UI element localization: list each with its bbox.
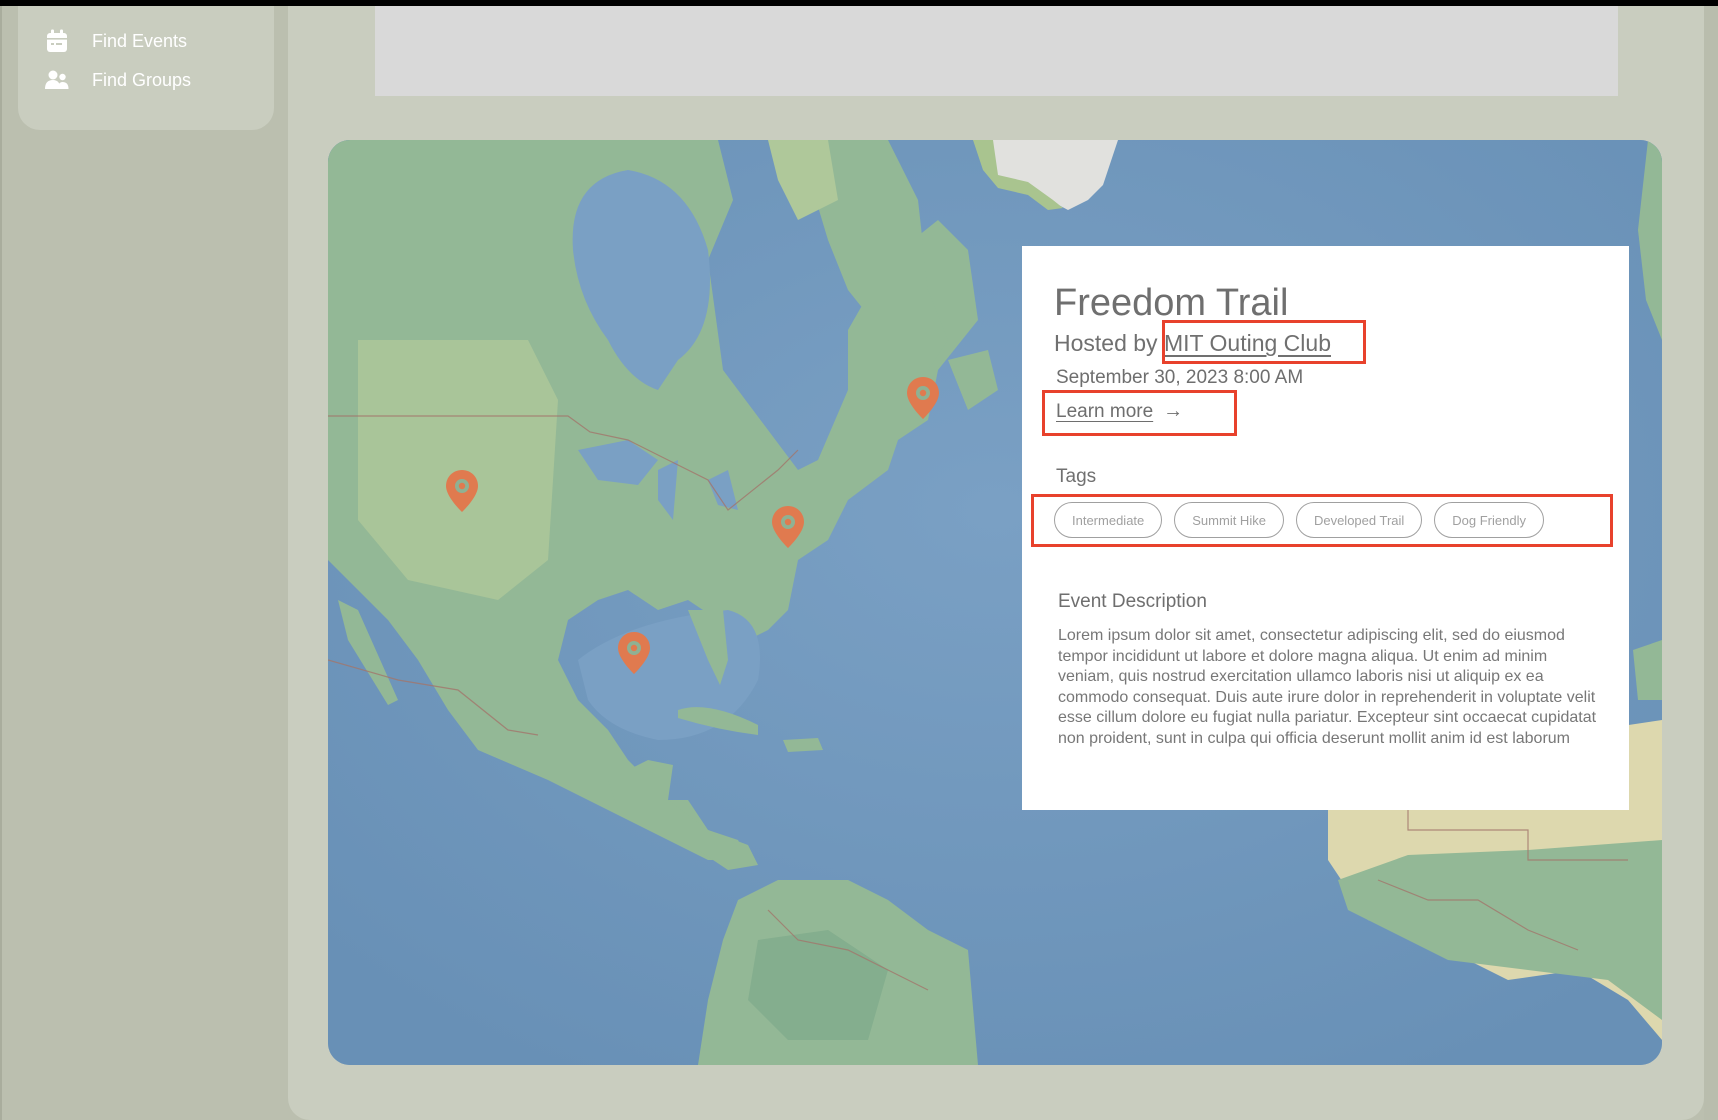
- nav-find-groups-label: Find Groups: [92, 69, 192, 90]
- event-description: Lorem ipsum dolor sit amet, consectetur …: [1058, 627, 1597, 747]
- calendar-icon: [44, 28, 70, 54]
- map-pin-icon: [446, 470, 478, 512]
- sidebar-nav: Find Events Find Groups: [18, 6, 274, 130]
- learn-more-link[interactable]: Learn more →: [1056, 400, 1183, 423]
- hosted-by-label: Hosted by: [1054, 330, 1164, 356]
- map-pin-icon: [618, 632, 650, 674]
- host-link[interactable]: MIT Outing Club: [1164, 330, 1331, 356]
- nav-find-events-label: Find Events: [92, 30, 188, 51]
- learn-more-label: Learn more: [1056, 400, 1154, 422]
- users-icon: [44, 67, 70, 93]
- arrow-right-icon: →: [1163, 400, 1184, 422]
- tag-list: Intermediate Summit Hike Developed Trail…: [1054, 502, 1544, 538]
- event-card: Freedom Trail Hosted by MIT Outing Club …: [1022, 246, 1629, 810]
- tag-chip[interactable]: Developed Trail: [1295, 502, 1423, 538]
- map-pin-icon: [772, 506, 804, 548]
- sidebar: Find Events Find Groups: [0, 6, 288, 1120]
- event-datetime: September 30, 2023 8:00 AM: [1056, 367, 1304, 388]
- map-marker[interactable]: [772, 506, 804, 548]
- description-heading: Event Description: [1058, 591, 1207, 612]
- nav-find-groups[interactable]: Find Groups: [44, 67, 191, 93]
- event-title: Freedom Trail: [1054, 282, 1289, 324]
- map-marker[interactable]: [446, 470, 478, 512]
- map-marker[interactable]: [618, 632, 650, 674]
- nav-find-events[interactable]: Find Events: [44, 28, 187, 54]
- map-marker[interactable]: [907, 377, 939, 419]
- header-banner: [375, 6, 1618, 96]
- event-host-line: Hosted by MIT Outing Club: [1054, 330, 1331, 357]
- tags-heading: Tags: [1056, 466, 1097, 487]
- tag-chip[interactable]: Intermediate: [1054, 502, 1163, 538]
- map-pin-icon: [907, 377, 939, 419]
- tag-chip[interactable]: Dog Friendly: [1434, 502, 1544, 538]
- tag-chip[interactable]: Summit Hike: [1174, 502, 1284, 538]
- right-edge: [1704, 6, 1718, 1120]
